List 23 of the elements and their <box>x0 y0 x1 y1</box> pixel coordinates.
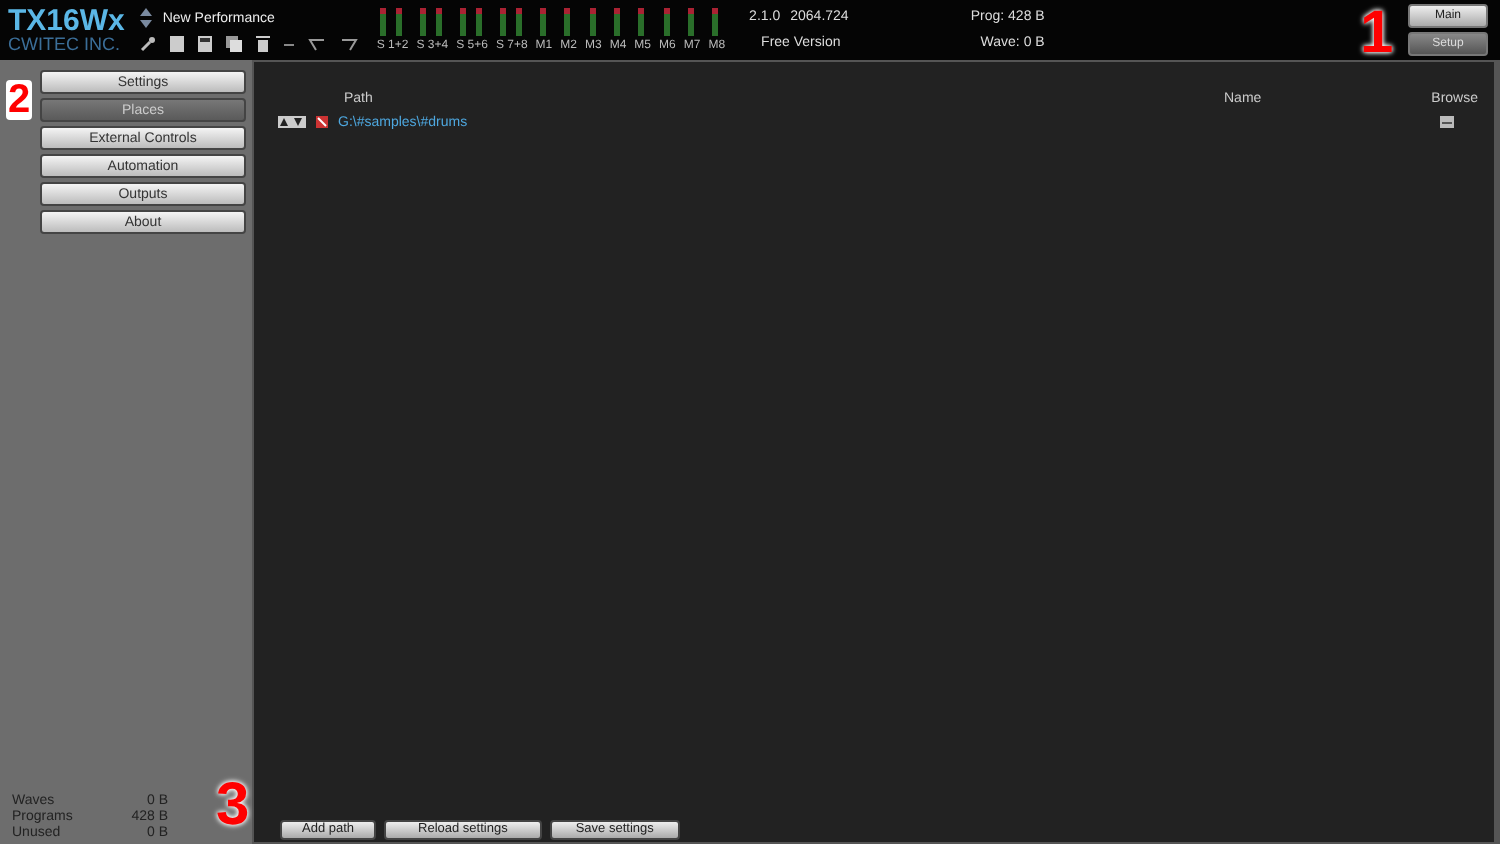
level-meter-drawing <box>659 8 676 36</box>
level-meter-drawing <box>458 8 486 36</box>
move-arrows-icon[interactable] <box>278 116 306 128</box>
level-meter-drawing <box>535 8 552 36</box>
wrench-icon[interactable] <box>140 36 157 52</box>
level-meter-drawing <box>378 8 407 36</box>
level-meter-drawing <box>418 8 447 36</box>
undo-icon[interactable] <box>308 37 327 51</box>
redo-icon[interactable] <box>340 37 359 51</box>
callout-number: 1 <box>1360 4 1394 64</box>
browse-button-icon[interactable] <box>1440 116 1454 128</box>
app-logo: TX16Wx <box>8 6 125 36</box>
minus-icon[interactable] <box>284 41 295 47</box>
level-meter-drawing <box>585 8 602 36</box>
copy-icon[interactable] <box>226 36 243 52</box>
level-meter-drawing <box>610 8 626 36</box>
remove-icon[interactable] <box>316 116 328 128</box>
company-name: CWITEC INC. <box>8 36 122 54</box>
save-icon[interactable] <box>198 36 213 52</box>
up-down-arrows-icon[interactable] <box>140 8 153 28</box>
callout-number: 3 <box>216 776 250 836</box>
level-meter-drawing <box>497 8 526 36</box>
callout-number: 2 <box>6 80 33 120</box>
